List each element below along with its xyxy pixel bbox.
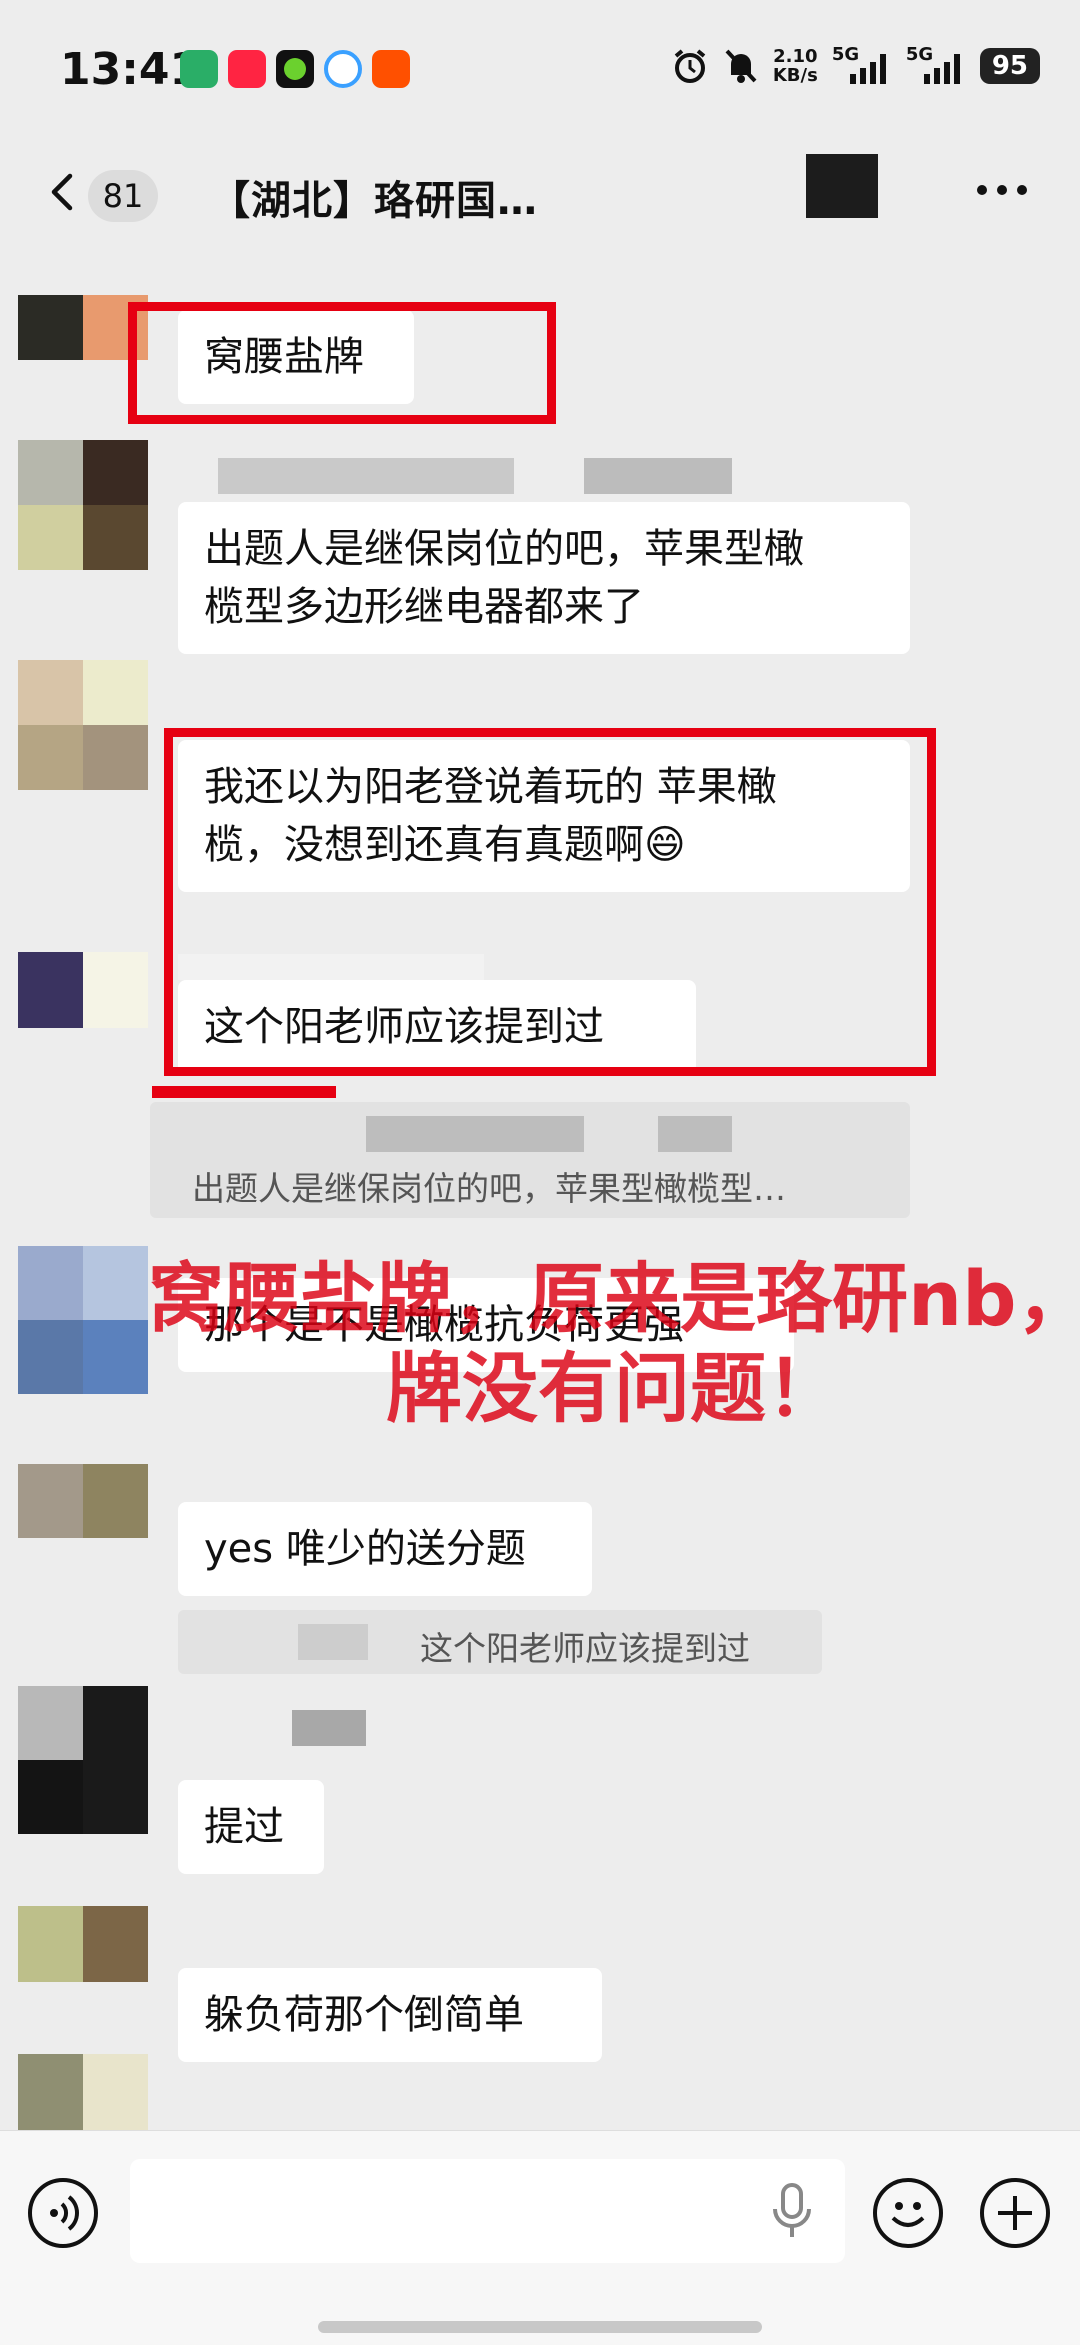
avatar[interactable] [18,1686,148,1834]
avatar[interactable] [18,952,148,1028]
avatar[interactable] [18,1246,148,1394]
message-list[interactable]: 窝腰盐牌 出题人是继保岗位的吧，苹果型橄 榄型多边形继电器都来了 我还以为阳老登… [0,250,1080,2130]
plus-icon[interactable] [980,2178,1050,2248]
wechat-app-icon [180,50,218,88]
alarm-icon [674,49,706,83]
avatar[interactable] [18,660,148,790]
xiaohongshu-app-icon [228,50,266,88]
voice-icon[interactable] [28,2178,98,2248]
chat-title: 【湖北】珞研国… [210,178,538,224]
mute-bell-icon [725,49,757,83]
quoted-text: 出题人是继保岗位的吧，苹果型橄榄型… [192,1169,786,1208]
search-app-icon [324,50,362,88]
chat-title-bar: 81 【湖北】珞研国… [0,140,1080,250]
quoted-text: 这个阳老师应该提到过 [420,1629,750,1668]
home-indicator [318,2321,762,2333]
quoted-sender [366,1116,584,1152]
unread-count-badge[interactable]: 81 [88,170,158,222]
highlight-box [164,728,936,1076]
avatar[interactable] [18,440,148,570]
sender-nickname [292,1710,366,1746]
mic-icon[interactable] [770,2181,814,2241]
status-bar: 13:41 2.10 KB/s 5G 5G 95 [0,0,1080,140]
highlight-box [128,302,556,424]
chat-screen: 13:41 2.10 KB/s 5G 5G 95 81 【湖北】珞研国… 窝腰盐… [0,0,1080,2345]
message-bubble[interactable]: 提过 [178,1780,324,1874]
quoted-message[interactable]: 出题人是继保岗位的吧，苹果型橄榄型… [150,1102,910,1218]
green-dot-app-icon [276,50,314,88]
battery-indicator: 95 [979,48,1040,84]
signal-2-icon: 5G [906,44,966,86]
back-arrow-icon[interactable] [44,172,84,212]
quoted-sender [298,1624,368,1660]
more-horizontal-icon[interactable] [976,184,1028,196]
highlight-underline [152,1086,336,1098]
message-bubble[interactable]: yes 唯少的送分题 [178,1502,592,1596]
message-input-bar [0,2130,1080,2345]
message-bubble[interactable]: 出题人是继保岗位的吧，苹果型橄 榄型多边形继电器都来了 [178,502,910,654]
message-bubble[interactable]: 躲负荷那个倒简单 [178,1968,602,2062]
status-right-group: 2.10 KB/s 5G 5G 95 [671,44,1040,86]
avatar[interactable] [18,2054,148,2130]
signal-1-icon: 5G [832,44,892,86]
redacted-block [806,154,878,218]
emoji-icon[interactable] [873,2178,943,2248]
message-bubble[interactable]: 那个是不是橄榄抗负荷更强 [178,1278,794,1372]
sender-nickname [218,458,514,494]
quoted-message[interactable]: 这个阳老师应该提到过 [178,1610,822,1674]
message-input[interactable] [130,2159,845,2263]
sender-nickname [584,458,732,494]
avatar[interactable] [18,1464,148,1538]
net-speed: 2.10 KB/s [772,46,818,86]
avatar[interactable] [18,1906,148,1982]
quoted-sender [658,1116,732,1152]
taobao-app-icon [372,50,410,88]
